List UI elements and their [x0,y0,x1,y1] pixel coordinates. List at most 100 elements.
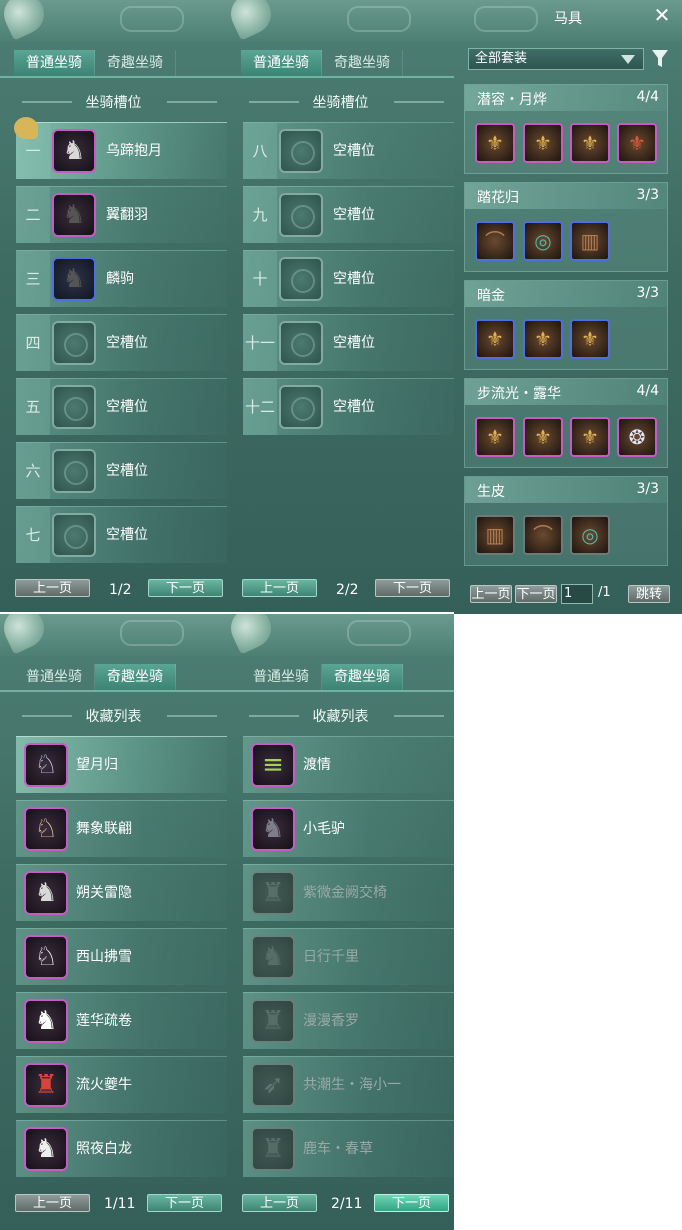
empty-slot-icon[interactable] [52,385,96,429]
empty-slot-icon[interactable] [279,193,323,237]
next-page-button[interactable]: 下一页 [148,579,223,597]
gear-set-card[interactable]: 踏花归 3/3 ⌒ ◎ ▥ [464,182,668,272]
prev-page-button[interactable]: 上一页 [242,1194,317,1212]
prev-page-button[interactable]: 上一页 [242,579,317,597]
mount-slot-row[interactable]: 三 ♞ 麟驹 [16,250,227,307]
empty-slot-icon[interactable] [52,321,96,365]
tab-fun-mount[interactable]: 奇趣坐骑 [95,664,176,690]
donkey-icon[interactable]: ♞ [251,807,295,851]
jump-button[interactable]: 跳转 [628,585,670,603]
collection-row[interactable]: ♞ 莲华疏卷 [16,992,227,1049]
bridle-icon[interactable]: ⚜ [617,123,657,163]
white-deer-icon[interactable]: ♘ [24,935,68,979]
tab-normal-mount[interactable]: 普通坐骑 [241,664,322,690]
white-horse-icon[interactable]: ♞ [24,999,68,1043]
fire-ox-icon[interactable]: ♜ [24,1063,68,1107]
next-page-button[interactable]: 下一页 [515,585,557,603]
collection-row[interactable]: ♜ 鹿车・春草 [243,1120,454,1177]
gear-set-card[interactable]: 步流光・露华 4/4 ⚜ ⚜ ⚜ ❂ [464,378,668,468]
cart-icon[interactable]: ♜ [251,999,295,1043]
white-dragon-icon[interactable]: ♞ [24,1127,68,1171]
collection-row[interactable]: ♘ 望月归 [16,736,227,793]
saddle-icon[interactable]: ⌒ [475,221,515,261]
tab-fun-mount[interactable]: 奇趣坐骑 [95,50,176,76]
collection-row[interactable]: ≡ 渡情 [243,736,454,793]
mount-slot-row[interactable]: 十二 空槽位 [243,378,454,435]
collection-row[interactable]: ♞ 照夜白龙 [16,1120,227,1177]
deer-cart-icon[interactable]: ♜ [251,1127,295,1171]
mount-slot-row[interactable]: 七 空槽位 [16,506,227,563]
black-horse-icon[interactable]: ♞ [52,257,96,301]
slot-number: 二 [16,187,50,243]
mount-slot-row[interactable]: 六 空槽位 [16,442,227,499]
tab-normal-mount[interactable]: 普通坐骑 [14,664,95,690]
collection-row[interactable]: ♘ 西山拂雪 [16,928,227,985]
black-horse-icon[interactable]: ♞ [52,193,96,237]
mount-slot-row[interactable]: 十 空槽位 [243,250,454,307]
page-input[interactable]: 1 [561,584,593,604]
gear-set-card[interactable]: 暗金 3/3 ⚜ ⚜ ⚜ [464,280,668,370]
collection-row[interactable]: ♞ 小毛驴 [243,800,454,857]
tab-fun-mount[interactable]: 奇趣坐骑 [322,664,403,690]
saddle-icon[interactable]: ⚜ [523,319,563,359]
close-icon[interactable]: ✕ [652,5,672,25]
spirit-mask-icon[interactable]: ❂ [617,417,657,457]
collection-row[interactable]: ♜ 漫漫香罗 [243,992,454,1049]
mount-name: 照夜白龙 [76,1141,132,1157]
mount-slot-row[interactable]: 八 空槽位 [243,122,454,179]
mount-slot-row[interactable]: 二 ♞ 翼翻羽 [16,186,227,243]
gear-set-card[interactable]: 潜容・月烨 4/4 ⚜ ⚜ ⚜ ⚜ [464,84,668,174]
mount-slot-row[interactable]: 五 空槽位 [16,378,227,435]
tab-normal-mount[interactable]: 普通坐骑 [14,50,95,76]
collection-row[interactable]: ➶ 共潮生・海小一 [243,1056,454,1113]
stirrup-icon[interactable]: ▥ [570,221,610,261]
empty-slot-icon[interactable] [279,129,323,173]
empty-slot-icon[interactable] [279,385,323,429]
saddle-icon[interactable]: ⚜ [570,123,610,163]
chair-icon[interactable]: ♜ [251,871,295,915]
elephant-icon[interactable]: ♘ [24,807,68,851]
gold-armor-icon[interactable]: ⚜ [475,123,515,163]
gear-set-card[interactable]: 生皮 3/3 ▥ ⌒ ◎ [464,476,668,566]
mount-slot-row[interactable]: 九 空槽位 [243,186,454,243]
bridle-icon[interactable]: ◎ [523,221,563,261]
saddle-icon[interactable]: ⚜ [570,319,610,359]
saddle-icon[interactable]: ⌒ [523,515,563,555]
mount-slot-row[interactable]: 十一 空槽位 [243,314,454,371]
grey-horse-icon[interactable]: ♞ [24,871,68,915]
bamboo-raft-icon[interactable]: ≡ [251,743,295,787]
empty-slot-icon[interactable] [279,257,323,301]
white-horse-icon[interactable]: ♞ [52,129,96,173]
prev-page-button[interactable]: 上一页 [470,585,512,603]
saddle-icon[interactable]: ⚜ [570,417,610,457]
collection-row[interactable]: ♘ 舞象联翩 [16,800,227,857]
tab-normal-mount[interactable]: 普通坐骑 [241,50,322,76]
collection-row[interactable]: ♞ 朔关雷隐 [16,864,227,921]
mount-slot-row[interactable]: 四 空槽位 [16,314,227,371]
next-page-button[interactable]: 下一页 [147,1194,222,1212]
gold-armor-icon[interactable]: ⚜ [475,417,515,457]
filter-icon[interactable] [652,50,668,68]
bear-icon[interactable]: ♞ [251,935,295,979]
bridle-icon[interactable]: ◎ [570,515,610,555]
mount-name: 鹿车・春草 [303,1141,373,1157]
empty-slot-icon[interactable] [279,321,323,365]
prev-page-button[interactable]: 上一页 [15,579,90,597]
collection-row[interactable]: ♞ 日行千里 [243,928,454,985]
empty-slot-icon[interactable] [52,449,96,493]
set-filter-dropdown[interactable]: 全部套装 [468,48,644,70]
mount-slot-row[interactable]: 一 ♞ 乌蹄抱月 [16,122,227,179]
next-page-button[interactable]: 下一页 [375,579,450,597]
tab-fun-mount[interactable]: 奇趣坐骑 [322,50,403,76]
collection-row[interactable]: ♜ 紫微金阙交椅 [243,864,454,921]
empty-slot-icon[interactable] [52,513,96,557]
next-page-button[interactable]: 下一页 [374,1194,449,1212]
prev-page-button[interactable]: 上一页 [15,1194,90,1212]
saddle-icon[interactable]: ⚜ [523,417,563,457]
leather-armor-icon[interactable]: ▥ [475,515,515,555]
collection-row[interactable]: ♜ 流火夔牛 [16,1056,227,1113]
saddle-icon[interactable]: ⚜ [523,123,563,163]
moon-deer-icon[interactable]: ♘ [24,743,68,787]
fish-icon[interactable]: ➶ [251,1063,295,1107]
gold-armor-icon[interactable]: ⚜ [475,319,515,359]
